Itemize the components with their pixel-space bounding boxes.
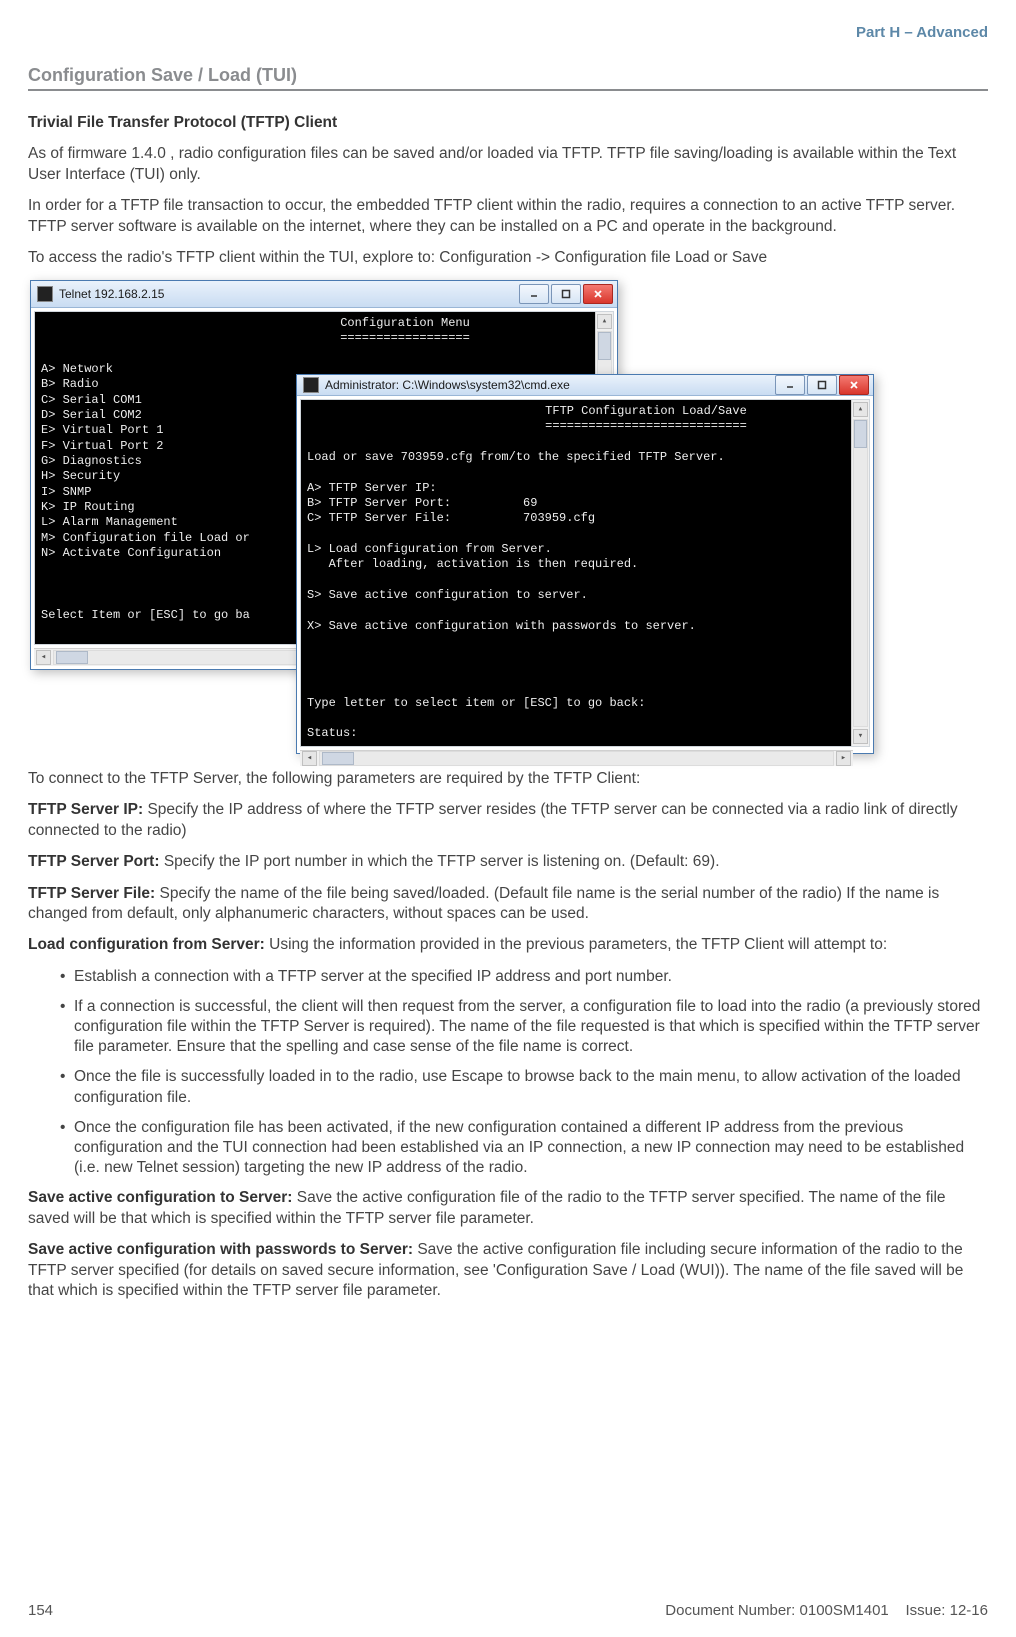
menu-item: D> Serial COM2 bbox=[41, 408, 142, 422]
scroll-up-icon[interactable]: ▴ bbox=[597, 314, 612, 329]
port-text: Specify the IP port number in which the … bbox=[160, 853, 720, 870]
tftp-save-line: S> Save active configuration to server. bbox=[307, 588, 588, 602]
ip-label: TFTP Server IP: bbox=[28, 801, 143, 818]
ip-text: Specify the IP address of where the TFTP… bbox=[28, 801, 958, 838]
intro-heading: Trivial File Transfer Protocol (TFTP) Cl… bbox=[28, 114, 337, 131]
bullet-item: Once the file is successfully loaded in … bbox=[74, 1067, 988, 1107]
menu-item: N> Activate Configuration bbox=[41, 546, 221, 560]
page: Part H – Advanced Configuration Save / L… bbox=[0, 0, 1016, 1637]
horizontal-scrollbar[interactable]: ◂ ▸ bbox=[300, 750, 853, 766]
cmd-title: Administrator: C:\Windows\system32\cmd.e… bbox=[325, 378, 775, 392]
port-label: TFTP Server Port: bbox=[28, 853, 160, 870]
after-block: To connect to the TFTP Server, the follo… bbox=[28, 769, 988, 1302]
cmd-titlebar[interactable]: Administrator: C:\Windows\system32\cmd.e… bbox=[297, 375, 873, 396]
intro-p2: In order for a TFTP file transaction to … bbox=[28, 196, 988, 237]
tftp-opt: A> TFTP Server IP: bbox=[307, 481, 437, 495]
config-menu-underline: ================== bbox=[41, 331, 589, 346]
telnet-title: Telnet 192.168.2.15 bbox=[59, 287, 519, 301]
scroll-up-icon[interactable]: ▴ bbox=[853, 402, 868, 417]
close-button[interactable] bbox=[839, 375, 869, 395]
tftp-opt: B> TFTP Server Port: 69 bbox=[307, 496, 537, 510]
scroll-thumb[interactable] bbox=[854, 420, 867, 448]
header-part: Part H – Advanced bbox=[28, 24, 988, 65]
file-text: Specify the name of the file being saved… bbox=[28, 885, 939, 922]
load-label: Load configuration from Server: bbox=[28, 936, 265, 953]
scroll-thumb[interactable] bbox=[598, 332, 611, 360]
minimize-button[interactable] bbox=[775, 375, 805, 395]
tftp-opt: C> TFTP Server File: 703959.cfg bbox=[307, 511, 595, 525]
scroll-left-icon[interactable]: ◂ bbox=[36, 650, 51, 665]
tftp-savex-line: X> Save active configuration with passwo… bbox=[307, 619, 696, 633]
maximize-button[interactable] bbox=[807, 375, 837, 395]
save-label: Save active configuration to Server: bbox=[28, 1189, 292, 1206]
file-label: TFTP Server File: bbox=[28, 885, 155, 902]
page-number: 154 bbox=[28, 1602, 53, 1619]
bullet-item: Establish a connection with a TFTP serve… bbox=[74, 967, 988, 987]
menu-item: B> Radio bbox=[41, 377, 99, 391]
menu-item: L> Alarm Management bbox=[41, 515, 178, 529]
bullet-item: If a connection is successful, the clien… bbox=[74, 997, 988, 1057]
cmd-icon bbox=[303, 377, 319, 393]
minimize-button[interactable] bbox=[519, 284, 549, 304]
screenshot-area: Telnet 192.168.2.15 Configuration Menu==… bbox=[28, 280, 878, 755]
tftp-heading: TFTP Configuration Load/Save bbox=[307, 404, 845, 419]
tftp-load-line1: L> Load configuration from Server. bbox=[307, 542, 552, 556]
after-p1: To connect to the TFTP Server, the follo… bbox=[28, 769, 988, 789]
menu-item: I> SNMP bbox=[41, 485, 91, 499]
bullet-item: Once the configuration file has been act… bbox=[74, 1118, 988, 1178]
doc-number: Document Number: 0100SM1401 bbox=[665, 1602, 888, 1619]
tftp-line: Load or save 703959.cfg from/to the spec… bbox=[307, 450, 725, 464]
scroll-left-icon[interactable]: ◂ bbox=[302, 751, 317, 766]
maximize-button[interactable] bbox=[551, 284, 581, 304]
savep-label: Save active configuration with passwords… bbox=[28, 1241, 413, 1258]
menu-item: E> Virtual Port 1 bbox=[41, 423, 163, 437]
tftp-status: Status: bbox=[307, 726, 357, 740]
scroll-down-icon[interactable]: ▾ bbox=[853, 729, 868, 744]
scroll-right-icon[interactable]: ▸ bbox=[836, 751, 851, 766]
intro-block: Trivial File Transfer Protocol (TFTP) Cl… bbox=[28, 113, 988, 269]
telnet-prompt: Select Item or [ESC] to go ba bbox=[41, 608, 250, 622]
intro-p3: To access the radio's TFTP client within… bbox=[28, 248, 988, 268]
menu-item: A> Network bbox=[41, 362, 113, 376]
issue: Issue: 12-16 bbox=[905, 1602, 988, 1619]
section-title: Configuration Save / Load (TUI) bbox=[28, 65, 988, 91]
menu-item: H> Security bbox=[41, 469, 120, 483]
menu-item: K> IP Routing bbox=[41, 500, 135, 514]
telnet-titlebar[interactable]: Telnet 192.168.2.15 bbox=[31, 281, 617, 308]
load-bullets: Establish a connection with a TFTP serve… bbox=[28, 967, 988, 1178]
menu-item: G> Diagnostics bbox=[41, 454, 142, 468]
close-button[interactable] bbox=[583, 284, 613, 304]
load-text: Using the information provided in the pr… bbox=[265, 936, 887, 953]
intro-p1: As of firmware 1.4.0 , radio configurati… bbox=[28, 144, 988, 185]
footer: 154 Document Number: 0100SM1401 Issue: 1… bbox=[28, 1602, 988, 1619]
cmd-window: Administrator: C:\Windows\system32\cmd.e… bbox=[296, 374, 874, 754]
cmd-icon bbox=[37, 286, 53, 302]
menu-item: F> Virtual Port 2 bbox=[41, 439, 163, 453]
cmd-terminal[interactable]: TFTP Configuration Load/Save============… bbox=[301, 400, 851, 746]
config-menu-heading: Configuration Menu bbox=[41, 316, 589, 331]
tftp-underline: ============================ bbox=[307, 419, 845, 434]
scroll-thumb[interactable] bbox=[56, 651, 88, 664]
tftp-prompt: Type letter to select item or [ESC] to g… bbox=[307, 696, 645, 710]
vertical-scrollbar[interactable]: ▴ ▾ bbox=[851, 400, 869, 746]
menu-item: C> Serial COM1 bbox=[41, 393, 142, 407]
scroll-thumb[interactable] bbox=[322, 752, 354, 765]
menu-item: M> Configuration file Load or bbox=[41, 531, 250, 545]
tftp-load-line2: After loading, activation is then requir… bbox=[307, 557, 638, 571]
